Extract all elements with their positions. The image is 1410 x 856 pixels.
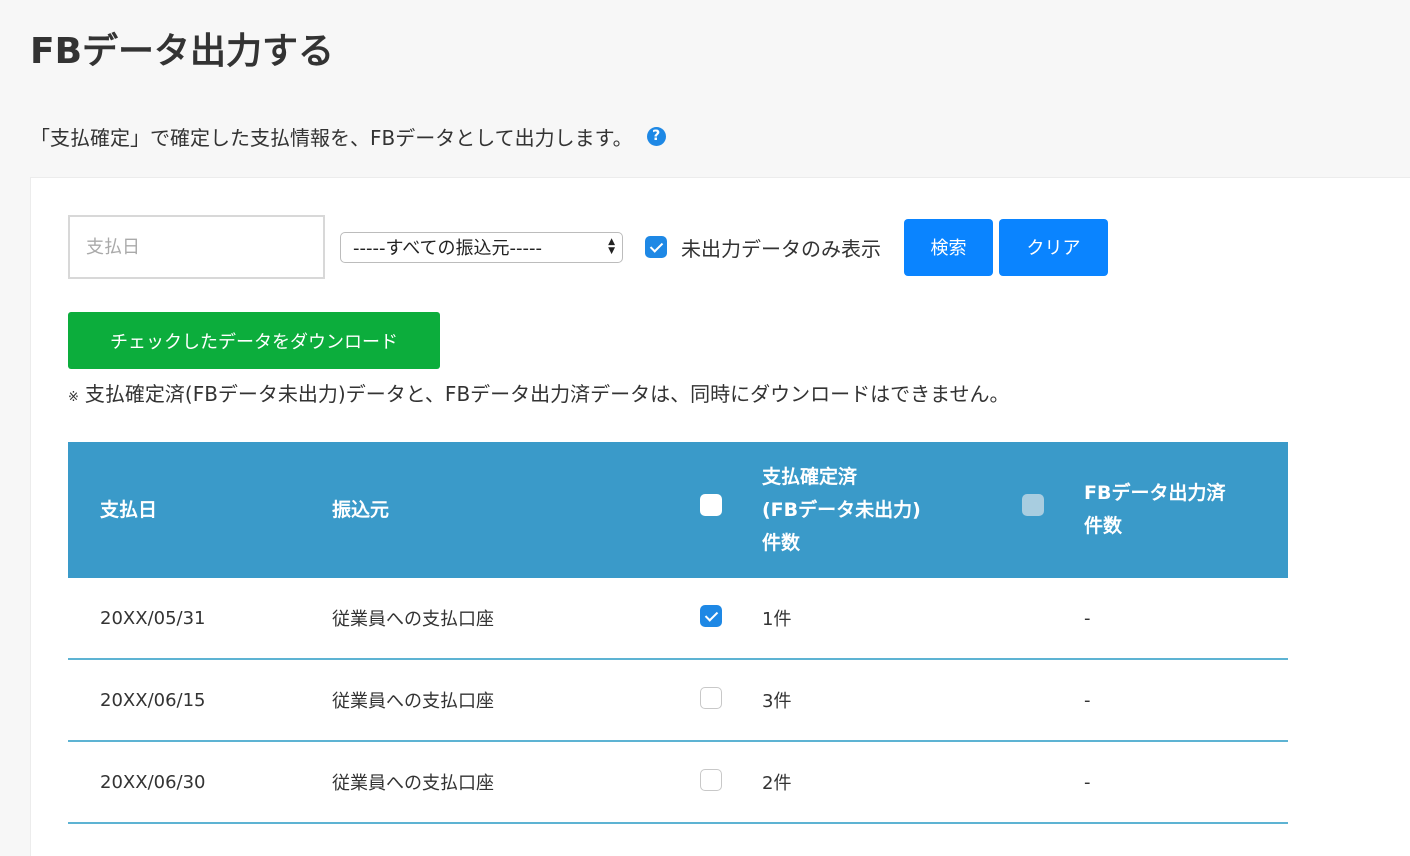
select-all-unoutput-checkbox[interactable] — [700, 493, 722, 516]
row-unoutput-count: 2件 — [762, 773, 792, 794]
row-select-cell — [700, 741, 762, 823]
table-row: 20XX/05/31 従業員への支払口座 1件 - — [68, 578, 1288, 659]
row-payment-date: 20XX/06/30 — [100, 771, 206, 793]
select-arrows-icon: ▲ ▼ — [608, 236, 615, 256]
table-row: 20XX/06/15 従業員への支払口座 3件 - — [68, 659, 1288, 741]
question-circle-icon[interactable]: ? — [646, 127, 666, 146]
table-header-row: 支払日 振込元 支払確定済 (FBデータ未出力) 件数 FBデータ出力済 件数 — [68, 442, 1288, 578]
unoutput-only-checkbox[interactable] — [645, 236, 667, 258]
page-description-text: 「支払確定」で確定した支払情報を、FBデータとして出力します。 — [30, 126, 633, 150]
page-title: FBデータ出力する — [30, 31, 335, 72]
fb-data-table: 支払日 振込元 支払確定済 (FBデータ未出力) 件数 FBデータ出力済 件数 — [68, 442, 1288, 824]
download-checked-button[interactable]: チェックしたデータをダウンロード — [68, 312, 440, 369]
note-mark: ※ — [68, 390, 79, 405]
row-output-select-cell — [1022, 659, 1084, 741]
header-output-line2: 件数 — [1084, 515, 1123, 537]
download-note: ※ 支払確定済(FBデータ未出力)データと、FBデータ出力済データは、同時にダウン… — [68, 378, 1010, 407]
header-unoutput-count: 支払確定済 (FBデータ未出力) 件数 — [762, 442, 1022, 578]
page-description: 「支払確定」で確定した支払情報を、FBデータとして出力します。 ? — [30, 122, 666, 151]
filter-bar: -----すべての振込元----- ▲▼ 未出力データのみ表示 検索 クリア — [68, 215, 1108, 279]
header-payment-date: 支払日 — [100, 498, 158, 521]
main-panel: -----すべての振込元----- ▲▼ 未出力データのみ表示 検索 クリア チ… — [30, 177, 1410, 856]
row-select-cell — [700, 578, 762, 659]
header-unoutput-line1: 支払確定済 — [762, 465, 858, 488]
header-select-all-unoutput — [700, 442, 762, 578]
row-output-select-cell — [1022, 578, 1084, 659]
header-unoutput-line3: 件数 — [762, 531, 801, 554]
row-select-checkbox[interactable] — [700, 686, 722, 709]
transfer-source-select-value: -----すべての振込元----- — [353, 238, 542, 259]
row-transfer-source: 従業員への支払口座 — [332, 691, 494, 712]
row-output-count: - — [1084, 607, 1091, 629]
unoutput-only-label: 未出力データのみ表示 — [681, 236, 881, 261]
row-output-select-cell — [1022, 741, 1084, 823]
row-select-checkbox[interactable] — [700, 604, 722, 627]
search-button[interactable]: 検索 — [904, 218, 993, 276]
row-select-checkbox[interactable] — [700, 768, 722, 791]
transfer-source-select[interactable]: -----すべての振込元----- ▲ ▼ — [340, 231, 623, 263]
header-transfer-source: 振込元 — [332, 498, 390, 521]
row-transfer-source: 従業員への支払口座 — [332, 609, 494, 630]
unoutput-only-toggle[interactable]: 未出力データのみ表示 — [645, 233, 881, 262]
header-output-count: FBデータ出力済 件数 — [1084, 442, 1288, 578]
note-text: 支払確定済(FBデータ未出力)データと、FBデータ出力済データは、同時にダウンロ… — [84, 382, 1010, 406]
clear-button[interactable]: クリア — [999, 218, 1108, 276]
header-output-line1: FBデータ出力済 — [1084, 482, 1226, 504]
header-unoutput-line2: (FBデータ未出力) — [762, 498, 921, 521]
select-all-output-checkbox — [1022, 493, 1044, 516]
row-unoutput-count: 3件 — [762, 691, 792, 712]
row-output-count: - — [1084, 689, 1091, 711]
payment-date-input[interactable] — [68, 215, 325, 279]
row-payment-date: 20XX/06/15 — [100, 689, 206, 711]
row-payment-date: 20XX/05/31 — [100, 607, 206, 629]
table-row: 20XX/06/30 従業員への支払口座 2件 - — [68, 741, 1288, 823]
header-select-all-output — [1022, 442, 1084, 578]
row-unoutput-count: 1件 — [762, 609, 792, 630]
row-transfer-source: 従業員への支払口座 — [332, 773, 494, 794]
row-select-cell — [700, 659, 762, 741]
row-output-count: - — [1084, 771, 1091, 793]
